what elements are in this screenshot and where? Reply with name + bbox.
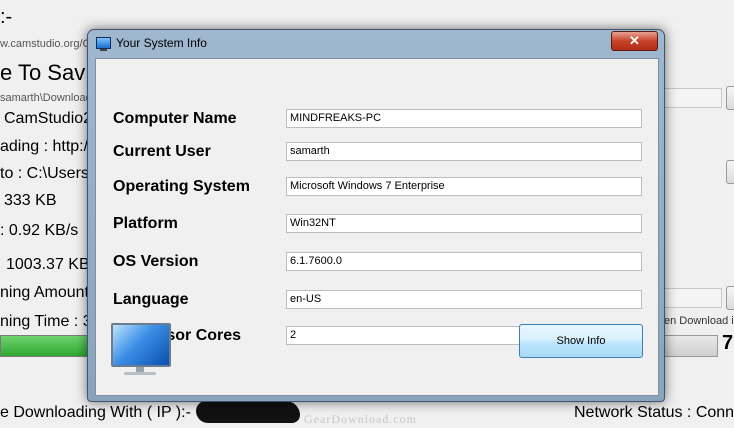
bg-downloaded: 1003.37 KB [6, 256, 90, 273]
system-info-dialog: Your System Info ✕ Computer Name MINDFRE… [87, 29, 665, 402]
bg-destination: to : C:\Users [0, 165, 89, 182]
bg-downloading: ading : http:/ [0, 138, 89, 155]
bg-progress-bar [0, 335, 92, 357]
bg-network-status: Network Status : Conne [574, 404, 734, 421]
bg-status-left: e Downloading With ( IP ):- [0, 404, 191, 421]
bg-button-3[interactable] [726, 286, 734, 310]
bg-percent: 7 [722, 332, 734, 354]
bg-save-heading: e To Sav [0, 60, 86, 85]
current-user-field[interactable]: samarth [286, 142, 642, 161]
show-info-button[interactable]: Show Info [519, 324, 643, 358]
label-operating-system: Operating System [113, 178, 250, 195]
label-os-version: OS Version [113, 253, 199, 270]
bg-button-2[interactable] [726, 160, 734, 184]
label-current-user: Current User [113, 143, 211, 160]
label-computer-name: Computer Name [113, 110, 237, 127]
bg-button-1[interactable] [726, 86, 734, 110]
monitor-icon [111, 323, 171, 377]
bg-title-fragment: :- [0, 6, 13, 28]
bg-size: 333 KB [4, 192, 57, 209]
dialog-title: Your System Info [116, 36, 207, 50]
bg-remaining-amount: ning Amount : [0, 284, 98, 301]
computer-name-field[interactable]: MINDFREAKS-PC [286, 109, 642, 128]
bg-field-2 [662, 288, 722, 308]
bg-field-1 [662, 88, 722, 108]
bg-path-text: samarth\Download [0, 92, 92, 104]
label-language: Language [113, 291, 189, 308]
bg-right-note: en Download is [664, 315, 734, 327]
close-button[interactable]: ✕ [611, 31, 658, 51]
watermark-text: GearDownload.com [304, 412, 417, 426]
bg-url-fragment: w.camstudio.org/C [0, 38, 91, 50]
bg-remaining-time: ning Time : 35 [0, 313, 101, 330]
os-version-field[interactable]: 6.1.7600.0 [286, 252, 642, 271]
platform-field[interactable]: Win32NT [286, 214, 642, 233]
language-field[interactable]: en-US [286, 290, 642, 309]
bg-filename: CamStudio2 [4, 110, 93, 127]
computer-icon [96, 37, 111, 51]
label-platform: Platform [113, 215, 178, 232]
bg-progress-right [660, 335, 718, 357]
redaction-scribble [196, 401, 300, 423]
operating-system-field[interactable]: Microsoft Windows 7 Enterprise [286, 177, 642, 196]
dialog-titlebar[interactable]: Your System Info ✕ [88, 30, 664, 57]
dialog-client-area: Computer Name MINDFREAKS-PC Current User… [95, 58, 659, 396]
bg-speed: : 0.92 KB/s [0, 222, 79, 239]
